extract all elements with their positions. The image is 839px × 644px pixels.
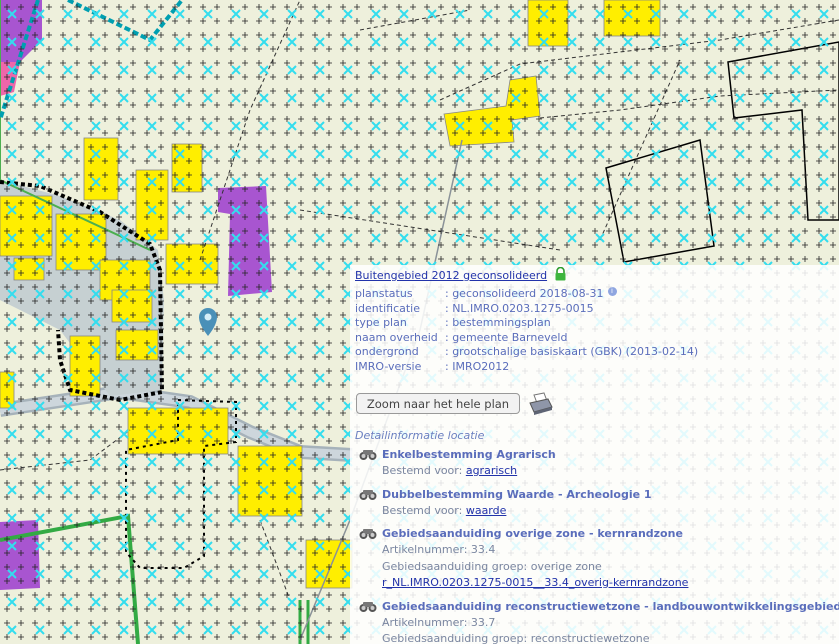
detail-line: Gebiedsaanduiding groep: reconstructiewe… — [382, 632, 650, 644]
meta-key: type plan — [355, 316, 407, 330]
meta-row-identificatie: identificatie NL.IMRO.0203.1275-0015 — [355, 302, 698, 317]
detail-item: Gebiedsaanduiding overige zone - kernran… — [359, 525, 839, 592]
detail-item: Enkelbestemming Agrarisch Bestemd voor: … — [359, 446, 839, 480]
meta-key: planstatus — [355, 287, 413, 300]
detail-line: Gebiedsaanduiding groep: overige zone — [382, 559, 602, 573]
meta-key: naam overheid — [355, 330, 438, 344]
detail-label: Bestemd voor: — [382, 503, 466, 517]
plan-metadata: planstatus geconsolideerd 2018-08-31 i i… — [355, 287, 698, 375]
meta-value: geconsolideerd 2018-08-31 — [445, 287, 603, 302]
binoculars-icon[interactable] — [359, 488, 377, 501]
detail-line: Artikelnummer: 33.7 — [382, 615, 496, 629]
meta-row-ondergrond: ondergrond grootschalige basiskaart (GBK… — [355, 345, 698, 360]
meta-value: gemeente Barneveld — [445, 331, 567, 346]
binoculars-icon[interactable] — [359, 448, 377, 461]
info-panel: Buitengebied 2012 geconsolideerd plansta… — [350, 265, 839, 644]
meta-row-type-plan: type plan bestemmingsplan — [355, 316, 698, 331]
meta-value: IMRO2012 — [445, 360, 509, 375]
detail-link[interactable]: r_NL.IMRO.0203.1275-0015__33.4_overig-ke… — [382, 576, 688, 589]
meta-value: bestemmingsplan — [445, 316, 550, 331]
binoculars-icon[interactable] — [359, 600, 377, 613]
detail-link[interactable]: waarde — [466, 504, 507, 517]
detail-list: Enkelbestemming Agrarisch Bestemd voor: … — [359, 446, 839, 644]
print-icon[interactable] — [528, 391, 553, 415]
detail-link[interactable]: agrarisch — [466, 464, 517, 477]
plan-title-link[interactable]: Buitengebied 2012 geconsolideerd — [355, 269, 547, 282]
meta-key: ondergrond — [355, 345, 419, 359]
meta-row-planstatus: planstatus geconsolideerd 2018-08-31 i — [355, 287, 698, 302]
detail-line: Bestemd voor: agrarisch — [359, 463, 839, 480]
meta-key: identificatie — [355, 301, 421, 315]
meta-key: IMRO-versie — [355, 359, 422, 373]
lock-icon — [555, 267, 566, 281]
detail-title: Dubbelbestemming Waarde - Archeologie 1 — [382, 487, 652, 501]
detail-item: Dubbelbestemming Waarde - Archeologie 1 … — [359, 486, 839, 520]
info-icon[interactable]: i — [607, 287, 617, 296]
detail-title: Gebiedsaanduiding overige zone - kernran… — [382, 527, 683, 540]
meta-value: grootschalige basiskaart (GBK) (2013-02-… — [445, 345, 698, 360]
detail-title: Gebiedsaanduiding reconstructiewetzone -… — [382, 599, 839, 613]
detail-line: Bestemd voor: waarde — [359, 503, 839, 520]
zoom-to-plan-button[interactable]: Zoom naar het hele plan — [356, 393, 520, 414]
detail-line: Artikelnummer: 33.4 — [382, 543, 496, 556]
detail-section-title: Detailinformatie locatie — [355, 429, 485, 442]
binoculars-icon[interactable] — [359, 527, 377, 540]
meta-row-naam-overheid: naam overheid gemeente Barneveld — [355, 331, 698, 346]
meta-row-imro-versie: IMRO-versie IMRO2012 — [355, 360, 698, 375]
detail-title: Enkelbestemming Agrarisch — [382, 448, 556, 461]
detail-label: Bestemd voor: — [382, 464, 466, 477]
detail-item: Gebiedsaanduiding reconstructiewetzone -… — [359, 598, 839, 644]
meta-value: NL.IMRO.0203.1275-0015 — [445, 302, 593, 317]
detail-line: r_NL.IMRO.0203.1275-0015__33.4_overig-ke… — [359, 575, 839, 592]
